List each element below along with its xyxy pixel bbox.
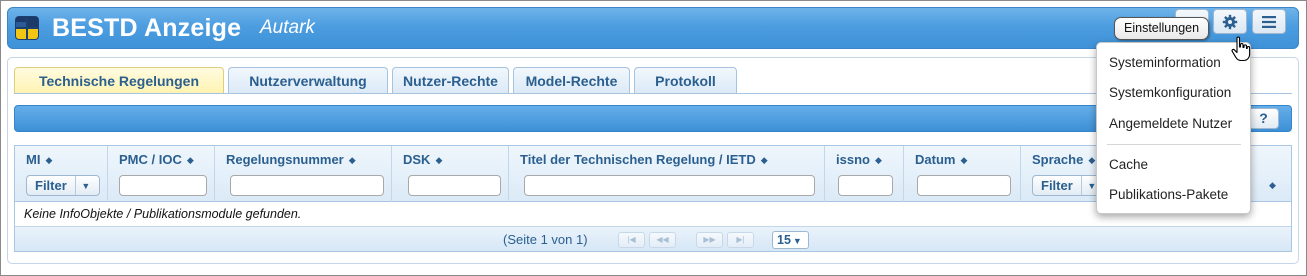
filter-label: Filter xyxy=(27,176,76,195)
column-label: MI xyxy=(26,152,41,167)
sort-icon[interactable]: ◆ xyxy=(435,155,442,166)
sort-icon[interactable]: ◆ xyxy=(45,155,52,166)
column-label: PMC / IOC xyxy=(119,152,182,167)
chevron-down-icon: ▼ xyxy=(81,180,91,191)
sort-icon[interactable]: ◆ xyxy=(761,155,768,166)
menu-item-systemkonfiguration[interactable]: Systemkonfiguration xyxy=(1109,85,1231,100)
column-label: issno xyxy=(836,152,870,167)
hand-cursor-icon xyxy=(1231,36,1251,62)
column-issno[interactable]: issno ◆ xyxy=(825,146,904,202)
filter-label: Filter xyxy=(1033,176,1082,195)
titel-filter-input[interactable] xyxy=(524,175,815,196)
sort-icon[interactable]: ◆ xyxy=(875,155,882,166)
last-page-icon[interactable]: ▶| xyxy=(727,232,754,248)
pager: (Seite 1 von 1) |◀ ◀◀ ▶▶ ▶| 15 ▼ xyxy=(15,226,1291,251)
column-datum[interactable]: Datum ◆ xyxy=(904,146,1021,202)
empty-message: Keine InfoObjekte / Publikationsmodule g… xyxy=(24,207,302,221)
app-title: BESTD Anzeige xyxy=(52,14,242,42)
tab-nutzerverwaltung[interactable]: Nutzerverwaltung xyxy=(228,67,388,94)
issno-filter-input[interactable] xyxy=(838,175,893,196)
tab-model-rechte[interactable]: Model-Rechte xyxy=(513,67,630,94)
column-label: Regelungsnummer xyxy=(226,152,344,167)
page-size-value: 15 xyxy=(777,233,791,247)
sort-icon[interactable]: ◆ xyxy=(1088,155,1095,166)
column-pmc-ioc[interactable]: PMC / IOC ◆ xyxy=(108,146,215,202)
help-button[interactable]: ? xyxy=(1248,108,1279,129)
menu-item-cache[interactable]: Cache xyxy=(1109,157,1148,172)
sort-icon[interactable]: ◆ xyxy=(960,155,967,166)
settings-dropdown-menu: Systeminformation Systemkonfiguration An… xyxy=(1096,42,1251,214)
menu-divider xyxy=(1107,144,1241,145)
tab-nutzer-rechte[interactable]: Nutzer-Rechte xyxy=(392,67,509,94)
column-mi[interactable]: MI ◆ Filter ▼ xyxy=(15,146,108,202)
pmc-ioc-filter-input[interactable] xyxy=(119,175,207,196)
tab-technische-regelungen[interactable]: Technische Regelungen xyxy=(14,67,224,94)
page-size-select[interactable]: 15 ▼ xyxy=(772,231,809,249)
column-label: Titel der Technischen Regelung / IETD xyxy=(520,152,756,167)
menu-item-systeminformation[interactable]: Systeminformation xyxy=(1109,55,1221,70)
datum-filter-input[interactable] xyxy=(917,175,1011,196)
sort-icon[interactable]: ◆ xyxy=(1269,180,1276,191)
column-dsk[interactable]: DSK ◆ xyxy=(392,146,509,202)
sprache-filter-select[interactable]: Filter ▼ xyxy=(1032,175,1106,196)
settings-tooltip: Einstellungen xyxy=(1114,17,1210,40)
column-regelungsnummer[interactable]: Regelungsnummer ◆ xyxy=(215,146,392,202)
first-page-icon[interactable]: |◀ xyxy=(618,232,645,248)
hamburger-menu-icon xyxy=(1262,15,1276,28)
column-label: Datum xyxy=(915,152,956,167)
sort-icon[interactable]: ◆ xyxy=(187,155,194,166)
menu-item-angemeldete-nutzer[interactable]: Angemeldete Nutzer xyxy=(1109,116,1232,131)
app-subtitle: Autark xyxy=(260,17,315,38)
next-page-icon[interactable]: ▶▶ xyxy=(696,232,723,248)
dsk-filter-input[interactable] xyxy=(408,175,501,196)
page-info: (Seite 1 von 1) xyxy=(503,232,588,247)
column-label: DSK xyxy=(403,152,431,167)
prev-page-icon[interactable]: ◀◀ xyxy=(649,232,676,248)
column-titel[interactable]: Titel der Technischen Regelung / IETD ◆ xyxy=(509,146,825,202)
gear-icon xyxy=(1222,14,1238,29)
column-label: Sprache xyxy=(1032,152,1084,167)
regelungsnummer-filter-input[interactable] xyxy=(230,175,384,196)
menu-item-publikations-pakete[interactable]: Publikations-Pakete xyxy=(1109,187,1228,202)
settings-button[interactable] xyxy=(1213,9,1247,34)
main-menu-button[interactable] xyxy=(1252,9,1286,34)
app-logo-icon xyxy=(15,16,39,40)
tab-protokoll[interactable]: Protokoll xyxy=(634,67,737,94)
sort-icon[interactable]: ◆ xyxy=(349,155,356,166)
mi-filter-select[interactable]: Filter ▼ xyxy=(26,175,100,196)
chevron-down-icon: ▼ xyxy=(792,236,802,246)
